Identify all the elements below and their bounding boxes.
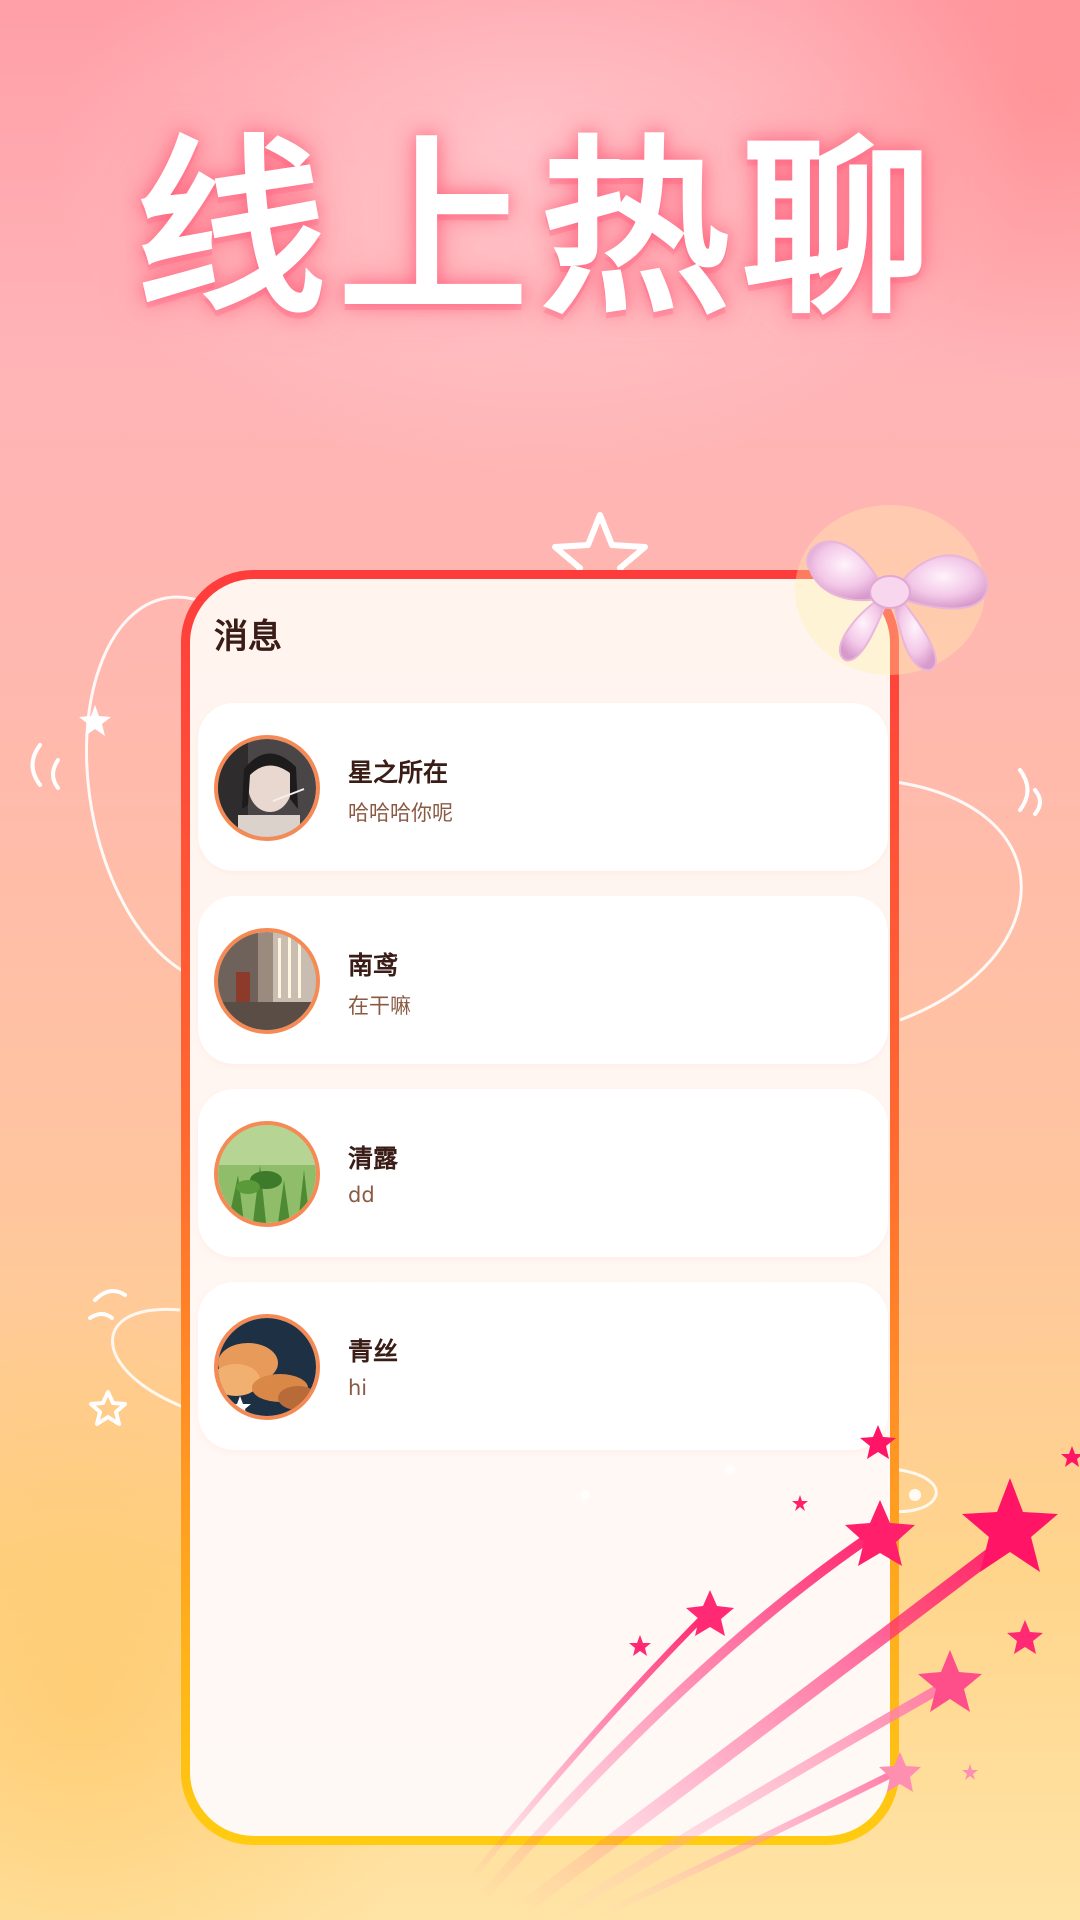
pink-star-icon [918, 1650, 982, 1712]
promo-headline: 线上热聊 [135, 119, 944, 340]
pink-star-icon [1007, 1620, 1043, 1654]
sparkle-ticks [30, 743, 60, 790]
page-title: 消息 [214, 617, 282, 657]
message-preview: 在干嘛 [348, 994, 411, 1018]
message-preview: dd [348, 1183, 375, 1207]
sparkle-ticks [88, 1289, 127, 1320]
message-item[interactable]: 青丝 hi [198, 1282, 888, 1450]
avatar[interactable] [214, 1121, 320, 1227]
pink-star-icon [962, 1764, 978, 1780]
message-preview: 哈哈哈你呢 [348, 801, 453, 825]
message-preview: hi [348, 1376, 368, 1400]
pink-star-icon [1061, 1446, 1080, 1467]
contact-name: 星之所在 [348, 758, 449, 787]
sparkle-dot [909, 1489, 921, 1501]
small-star-icon [79, 705, 111, 736]
message-item[interactable]: 清露 dd [198, 1089, 888, 1257]
phone-screen: 消息 星之所在 哈哈哈你呢 南鸢 在干嘛 清露 dd 青丝 hi [190, 579, 890, 1836]
avatar[interactable] [214, 1314, 320, 1420]
phone-frame: 消息 星之所在 哈哈哈你呢 南鸢 在干嘛 清露 dd 青丝 hi [181, 570, 899, 1845]
outline-star-icon [89, 1390, 127, 1426]
orbit-ring [879, 778, 1023, 1022]
sparkle-ticks [1018, 768, 1042, 816]
contact-name: 青丝 [348, 1337, 399, 1366]
contact-name: 南鸢 [348, 951, 399, 980]
message-list: 星之所在 哈哈哈你呢 南鸢 在干嘛 清露 dd 青丝 hi [198, 703, 888, 1475]
contact-name: 清露 [348, 1144, 399, 1173]
avatar[interactable] [214, 928, 320, 1034]
pink-star-icon [962, 1478, 1058, 1572]
message-item[interactable]: 星之所在 哈哈哈你呢 [198, 703, 888, 871]
message-item[interactable]: 南鸢 在干嘛 [198, 896, 888, 1064]
avatar[interactable] [214, 735, 320, 841]
